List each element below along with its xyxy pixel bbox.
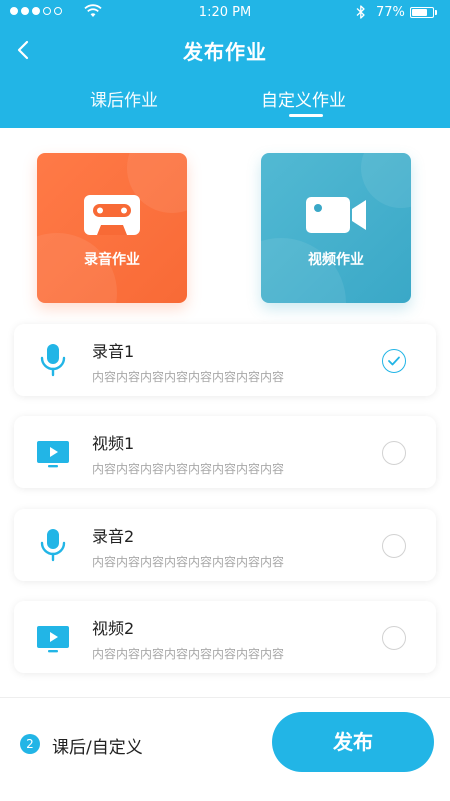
selected-categories-label: 课后/自定义: [52, 738, 143, 758]
video-camera-icon: [306, 197, 366, 233]
item-checkbox[interactable]: [382, 534, 406, 558]
publish-button[interactable]: 发布: [272, 712, 434, 772]
bluetooth-icon: [356, 5, 365, 19]
item-subtitle: 内容内容内容内容内容内容内容内容: [92, 647, 285, 661]
microphone-icon: [40, 529, 66, 562]
battery-percent: 77%: [376, 5, 405, 20]
audio-card-label: 录音作业: [84, 252, 140, 268]
video-card-label: 视频作业: [308, 252, 364, 268]
tab-after-class-homework[interactable]: 课后作业: [90, 86, 158, 111]
list-item[interactable]: 视频2 内容内容内容内容内容内容内容内容: [14, 601, 436, 673]
video-play-icon: [37, 441, 69, 468]
status-bar: 1:20 PM 77%: [0, 0, 450, 26]
item-subtitle: 内容内容内容内容内容内容内容内容: [92, 555, 285, 569]
item-title: 视频2: [92, 619, 135, 638]
checkmark-icon: [388, 356, 400, 366]
selected-count-badge: 2: [20, 734, 40, 754]
list-item[interactable]: 录音1 内容内容内容内容内容内容内容内容: [14, 324, 436, 396]
video-play-icon: [37, 626, 69, 653]
active-tab-indicator: [289, 114, 323, 117]
list-item[interactable]: 录音2 内容内容内容内容内容内容内容内容: [14, 509, 436, 581]
list-item[interactable]: 视频1 内容内容内容内容内容内容内容内容: [14, 416, 436, 488]
cassette-tape-icon: [84, 195, 140, 235]
item-subtitle: 内容内容内容内容内容内容内容内容: [92, 462, 285, 476]
item-checkbox[interactable]: [382, 626, 406, 650]
battery-icon: [410, 7, 437, 18]
header: 1:20 PM 77% 发布作业 课后作业 自定义作业: [0, 0, 450, 128]
item-checkbox[interactable]: [382, 349, 406, 373]
page-title: 发布作业: [183, 40, 267, 64]
microphone-icon: [40, 344, 66, 377]
item-title: 视频1: [92, 434, 135, 453]
item-checkbox[interactable]: [382, 441, 406, 465]
tab-custom-homework[interactable]: 自定义作业: [261, 86, 346, 111]
item-title: 录音2: [92, 527, 135, 546]
footer-bar: 2 课后/自定义 发布: [0, 697, 450, 801]
video-homework-card[interactable]: 视频作业: [261, 153, 411, 303]
item-title: 录音1: [92, 342, 135, 361]
audio-homework-card[interactable]: 录音作业: [37, 153, 187, 303]
item-subtitle: 内容内容内容内容内容内容内容内容: [92, 370, 285, 384]
